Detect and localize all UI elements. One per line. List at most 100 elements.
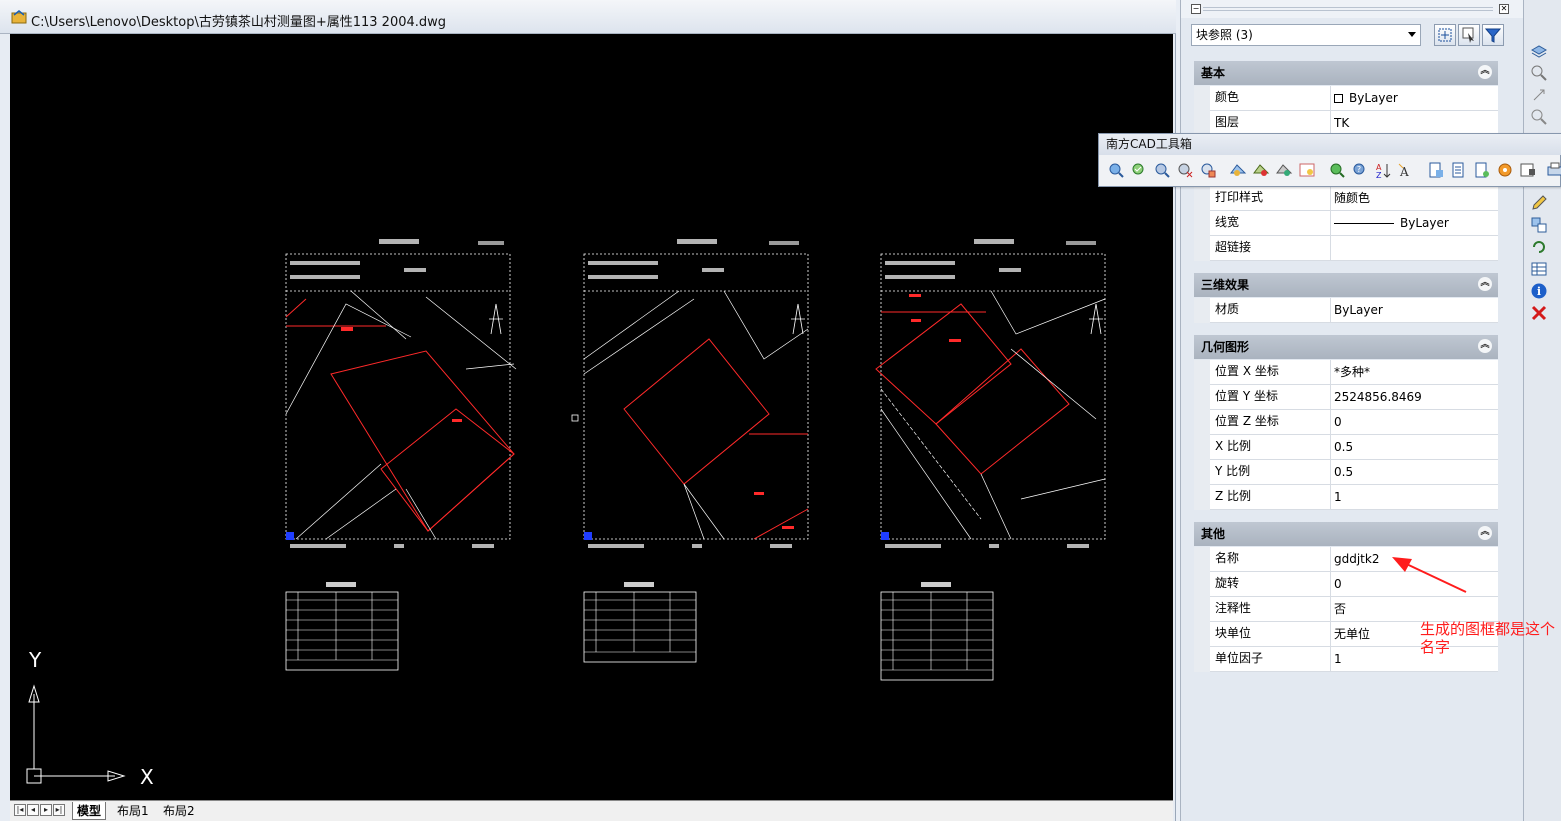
collapse-icon[interactable]: ︽ bbox=[1478, 339, 1492, 353]
prop-name: 线宽 bbox=[1215, 211, 1331, 236]
pickadd-icon bbox=[1438, 28, 1452, 42]
export-report-icon[interactable] bbox=[1473, 161, 1491, 179]
prop-row-hyperlink[interactable]: 超链接 bbox=[1194, 236, 1498, 261]
settings-gear-icon[interactable] bbox=[1496, 161, 1514, 179]
palette-minimize-icon[interactable]: − bbox=[1191, 4, 1201, 14]
point-search-icon[interactable] bbox=[1153, 161, 1171, 179]
prop-row-position-z[interactable]: 位置 Z 坐标 0 bbox=[1194, 410, 1498, 435]
text-style-icon[interactable]: A bbox=[1397, 161, 1415, 179]
prop-row-scale-z[interactable]: Z 比例 1 bbox=[1194, 485, 1498, 510]
tab-layout2[interactable]: 布局2 bbox=[159, 802, 199, 820]
point-check-icon[interactable] bbox=[1130, 161, 1148, 179]
prop-row-material[interactable]: 材质 ByLayer bbox=[1194, 298, 1498, 323]
prop-row-plotstyle[interactable]: 打印样式 随颜色 bbox=[1194, 186, 1498, 211]
collapse-icon[interactable]: ︽ bbox=[1478, 277, 1492, 291]
section-misc[interactable]: 其他 ︽ bbox=[1194, 522, 1498, 546]
boundary-add-icon[interactable] bbox=[1328, 161, 1346, 179]
prop-row-scale-x[interactable]: X 比例 0.5 bbox=[1194, 435, 1498, 460]
tab-layout1[interactable]: 布局1 bbox=[113, 802, 153, 820]
prop-value[interactable]: 0.5 bbox=[1334, 460, 1498, 485]
quick-select-button[interactable] bbox=[1482, 24, 1504, 46]
object-type-dropdown[interactable]: 块参照 (3) bbox=[1191, 24, 1421, 46]
prop-row-position-x[interactable]: 位置 X 坐标 *多种* bbox=[1194, 360, 1498, 385]
tab-model[interactable]: 模型 bbox=[72, 802, 107, 820]
frame-icon[interactable] bbox=[1298, 161, 1316, 179]
dwg-file-icon bbox=[11, 10, 27, 24]
chevron-down-icon bbox=[1408, 32, 1416, 37]
prop-row-position-y[interactable]: 位置 Y 坐标 2524856.8469 bbox=[1194, 385, 1498, 410]
section-3d[interactable]: 三维效果 ︽ bbox=[1194, 273, 1498, 297]
prop-value[interactable]: 2524856.8469 bbox=[1334, 385, 1498, 410]
point-edit-icon[interactable] bbox=[1199, 161, 1217, 179]
prev-layout-icon[interactable]: ◂ bbox=[27, 804, 39, 816]
prop-name: 注释性 bbox=[1215, 597, 1331, 622]
palette-grip[interactable]: − ✕ bbox=[1181, 0, 1524, 18]
prop-name: 位置 Y 坐标 bbox=[1215, 385, 1331, 410]
drawing-canvas[interactable]: Y X bbox=[10, 34, 1173, 800]
layers-icon[interactable] bbox=[1530, 42, 1548, 60]
section-geometry-title: 几何图形 bbox=[1201, 340, 1250, 354]
boundary-query-icon[interactable]: ? bbox=[1351, 161, 1369, 179]
parcel-info-icon[interactable] bbox=[1252, 161, 1270, 179]
info-icon[interactable]: i bbox=[1530, 282, 1548, 300]
pickbox bbox=[571, 414, 579, 422]
palette-close-icon[interactable]: ✕ bbox=[1499, 4, 1509, 14]
collapse-icon[interactable]: ︽ bbox=[1478, 65, 1492, 79]
export-table-icon[interactable] bbox=[1450, 161, 1468, 179]
block-edit-icon[interactable] bbox=[1530, 216, 1548, 234]
color-swatch-icon bbox=[1334, 94, 1343, 103]
prop-value[interactable]: 1 bbox=[1334, 485, 1498, 510]
delete-icon[interactable] bbox=[1530, 304, 1548, 322]
section-geometry[interactable]: 几何图形 ︽ bbox=[1194, 335, 1498, 359]
parcel-attr-icon[interactable] bbox=[1275, 161, 1293, 179]
refresh-icon[interactable] bbox=[1530, 238, 1548, 256]
prop-row-annotative[interactable]: 注释性 否 bbox=[1194, 597, 1498, 622]
select-objects-button[interactable] bbox=[1458, 24, 1480, 46]
drawing-sheet-2[interactable] bbox=[583, 239, 809, 663]
prop-value[interactable]: ByLayer bbox=[1334, 86, 1498, 111]
collapse-icon[interactable]: ︽ bbox=[1478, 526, 1492, 540]
point-add-icon[interactable] bbox=[1107, 161, 1125, 179]
toggle-pickadd-button[interactable] bbox=[1434, 24, 1456, 46]
drawing-sheet-1[interactable] bbox=[285, 239, 517, 671]
ucs-y-label: Y bbox=[28, 648, 42, 672]
prop-value[interactable]: ByLayer bbox=[1334, 298, 1498, 323]
prop-value[interactable]: 随颜色 bbox=[1334, 186, 1498, 211]
pan-icon[interactable] bbox=[1530, 86, 1548, 104]
prop-value[interactable]: 0 bbox=[1334, 410, 1498, 435]
window-title: C:\Users\Lenovo\Desktop\古劳镇茶山村测量图+属性113 … bbox=[31, 15, 447, 30]
drawing-sheet-3[interactable] bbox=[875, 239, 1106, 681]
grip-lines bbox=[1203, 7, 1493, 11]
model-space: Y X bbox=[26, 239, 1106, 789]
zoom-realtime-icon[interactable] bbox=[1530, 108, 1548, 126]
table-icon[interactable] bbox=[1530, 260, 1548, 278]
point-remove-icon[interactable] bbox=[1176, 161, 1194, 179]
annotation-arrow-icon bbox=[1392, 557, 1467, 593]
prop-value[interactable]: 0.5 bbox=[1334, 435, 1498, 460]
ucs-x-label: X bbox=[140, 765, 154, 789]
section-general-title: 基本 bbox=[1201, 66, 1226, 80]
section-general[interactable]: 基本 ︽ bbox=[1194, 61, 1498, 85]
prop-name: 超链接 bbox=[1215, 236, 1331, 261]
next-layout-icon[interactable]: ▸ bbox=[40, 804, 52, 816]
print-setup-icon[interactable] bbox=[1519, 161, 1537, 179]
prop-value[interactable]: *多种* bbox=[1334, 360, 1498, 385]
prop-name: 颜色 bbox=[1215, 86, 1331, 111]
toolbox-title[interactable]: 南方CAD工具箱 bbox=[1099, 134, 1561, 155]
first-layout-icon[interactable]: |◂ bbox=[14, 804, 26, 816]
sort-icon[interactable]: AZ bbox=[1374, 161, 1392, 179]
print-icon[interactable] bbox=[1546, 161, 1561, 179]
last-layout-icon[interactable]: ▸| bbox=[53, 804, 65, 816]
prop-value[interactable]: ByLayer bbox=[1334, 211, 1498, 236]
zoom-icon[interactable] bbox=[1530, 64, 1548, 82]
edit-pencil-icon[interactable] bbox=[1530, 194, 1548, 212]
prop-row-scale-y[interactable]: Y 比例 0.5 bbox=[1194, 460, 1498, 485]
window-title-bar[interactable]: C:\Users\Lenovo\Desktop\古劳镇茶山村测量图+属性113 … bbox=[0, 0, 1176, 34]
lineweight-sample bbox=[1334, 223, 1394, 224]
prop-row-lineweight[interactable]: 线宽 ByLayer bbox=[1194, 211, 1498, 236]
prop-row-color[interactable]: 颜色 ByLayer bbox=[1194, 86, 1498, 111]
parcel-icon[interactable] bbox=[1229, 161, 1247, 179]
prop-value[interactable] bbox=[1334, 236, 1498, 261]
export-doc-icon[interactable] bbox=[1427, 161, 1445, 179]
prop-value[interactable]: 否 bbox=[1334, 597, 1498, 622]
